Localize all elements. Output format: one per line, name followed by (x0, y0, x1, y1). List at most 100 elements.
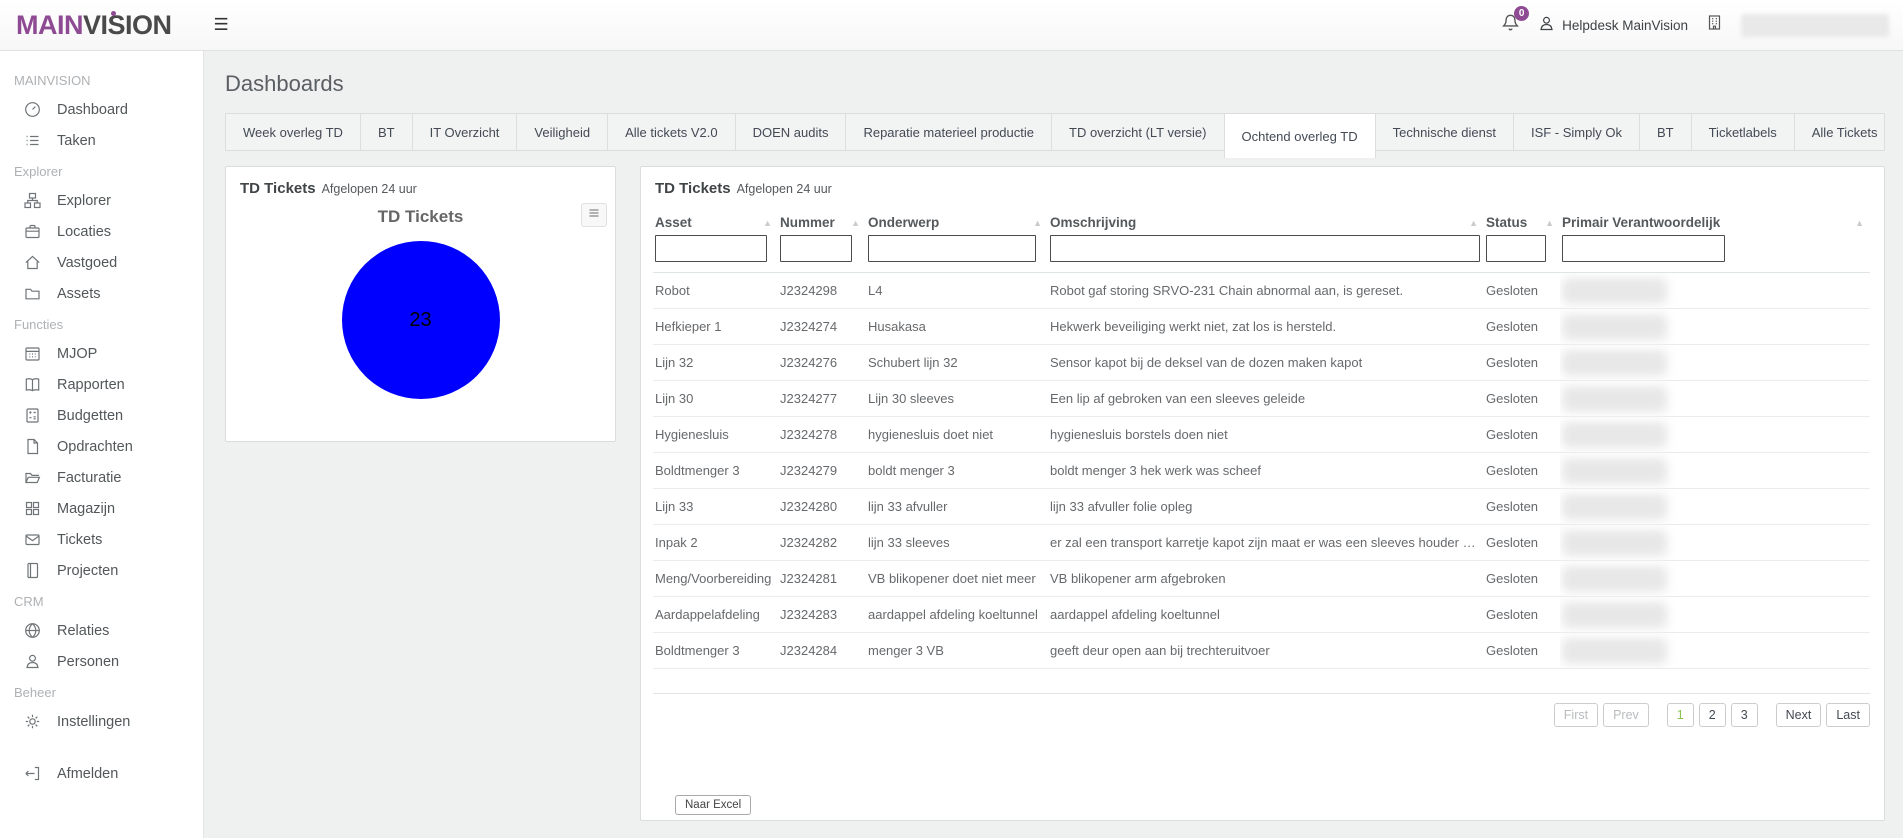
tab-reparatie-materieel-productie[interactable]: Reparatie materieel productie (846, 114, 1052, 150)
sidebar-item-instellingen[interactable]: Instellingen (0, 706, 203, 737)
table-row[interactable]: Meng/Voorbereiding J2324281 VB blikopener … (653, 560, 1870, 597)
sidebar-item-rapporten[interactable]: Rapporten (0, 369, 203, 400)
tab-technische-dienst[interactable]: Technische dienst (1376, 114, 1514, 150)
tab-week-overleg-td[interactable]: Week overleg TD (226, 114, 361, 150)
table-row[interactable]: Aardappelafdeling J2324283 aardappel afdel… (653, 596, 1870, 633)
tab-veiligheid[interactable]: Veiligheid (517, 114, 609, 150)
sidebar-item-personen[interactable]: Personen (0, 646, 203, 677)
pie-panel-title: TD Tickets (240, 180, 316, 197)
column-header-primair[interactable]: Primair Verantwoordelijk ▲ (1560, 205, 1870, 232)
redacted-name (1562, 457, 1667, 484)
folder-icon (24, 285, 42, 302)
column-header-asset[interactable]: Asset ▲ (653, 205, 778, 232)
tab-bt[interactable]: BT (1640, 114, 1692, 150)
sort-asc-icon[interactable]: ▲ (1469, 215, 1478, 228)
tab-bt[interactable]: BT (361, 114, 413, 150)
sidebar-item-locaties[interactable]: Locaties (0, 216, 203, 247)
cell-asset: Lijn 32 (653, 344, 778, 381)
filter-status-input[interactable] (1486, 235, 1546, 262)
table-row[interactable]: Hefkieper 1 J2324274 Husakasa Hekwerk bevei… (653, 308, 1870, 345)
filter-asset-input[interactable] (655, 235, 767, 262)
page-next-button[interactable]: Next (1775, 703, 1822, 727)
cell-primair (1560, 596, 1870, 633)
tab-alle-tickets[interactable]: Alle Tickets (1795, 114, 1895, 150)
cell-asset: Lijn 30 (653, 380, 778, 417)
table-row[interactable]: Boldtmenger 3 J2324284 menger 3 VB geeft de… (653, 632, 1870, 669)
table-row[interactable]: Robot J2324298 L4 Robot gaf storing SRVO-23… (653, 272, 1870, 309)
sort-asc-icon[interactable]: ▲ (851, 215, 860, 228)
sidebar-item-mjop[interactable]: MJOP (0, 338, 203, 369)
cell-status: Gesloten (1484, 308, 1560, 345)
cell-nummer: J2324284 (778, 632, 866, 669)
cell-status: Gesloten (1484, 344, 1560, 381)
column-header-omschrijving[interactable]: Omschrijving ▲ (1048, 205, 1484, 232)
sidebar-item-budgetten[interactable]: Budgetten (0, 400, 203, 431)
sort-asc-icon[interactable]: ▲ (1033, 215, 1042, 228)
tab-td-overzicht-lt-versie[interactable]: TD overzicht (LT versie) (1052, 114, 1225, 150)
sidebar-item-taken[interactable]: Taken (0, 125, 203, 156)
sidebar-item-opdrachten[interactable]: Opdrachten (0, 431, 203, 462)
sidebar-item-magazijn[interactable]: Magazijn (0, 493, 203, 524)
table-row[interactable]: Inpak 2 J2324282 lijn 33 sleeves er zal een… (653, 524, 1870, 561)
sidebar-item-projecten[interactable]: Projecten (0, 555, 203, 586)
redacted-name (1562, 565, 1667, 592)
filter-onderwerp-input[interactable] (868, 235, 1036, 262)
table-row[interactable]: Lijn 32 J2324276 Schubert lijn 32 Sensor ka… (653, 344, 1870, 381)
filter-nummer-input[interactable] (780, 235, 852, 262)
table-row[interactable]: Hygienesluis J2324278 hygienesluis doet ni… (653, 416, 1870, 453)
sidebar-item-dashboard[interactable]: Dashboard (0, 94, 203, 125)
column-header-nummer[interactable]: Nummer ▲ (778, 205, 866, 232)
sort-asc-icon[interactable]: ▲ (1855, 215, 1864, 228)
sidebar-item-afmelden[interactable]: Afmelden (0, 758, 203, 789)
sidebar-item-relaties[interactable]: Relaties (0, 615, 203, 646)
tab-it-overzicht[interactable]: IT Overzicht (413, 114, 518, 150)
export-excel-button[interactable]: Naar Excel (675, 795, 752, 815)
cell-status: Gesloten (1484, 596, 1560, 633)
redacted-name (1562, 493, 1667, 520)
sidebar-item-vastgoed[interactable]: Vastgoed (0, 247, 203, 278)
page-1-button[interactable]: 1 (1666, 703, 1694, 727)
user-menu[interactable]: Helpdesk MainVision (1538, 15, 1688, 35)
organization-icon[interactable] (1706, 14, 1723, 36)
page-3-button[interactable]: 3 (1730, 703, 1758, 727)
tickets-table-panel: TD Tickets Afgelopen 24 uur Asset ▲ Nummer… (640, 166, 1885, 821)
tab-isf-simply-ok[interactable]: ISF - Simply Ok (1514, 114, 1640, 150)
sidebar-item-assets[interactable]: Assets (0, 278, 203, 309)
app-logo[interactable]: MAIN VISION (16, 10, 172, 41)
table-row[interactable]: Lijn 33 J2324280 lijn 33 afvuller lijn 33 a… (653, 488, 1870, 525)
column-header-onderwerp[interactable]: Onderwerp ▲ (866, 205, 1048, 232)
page-last-button[interactable]: Last (1826, 703, 1870, 727)
filter-omschrijving-input[interactable] (1050, 235, 1480, 262)
page-first-button[interactable]: First (1553, 703, 1599, 727)
notifications-button[interactable]: 0 (1501, 6, 1530, 37)
redacted-name (1562, 385, 1667, 412)
column-header-status[interactable]: Status ▲ (1484, 205, 1560, 232)
page-title: Dashboards (225, 71, 344, 96)
cell-primair (1560, 344, 1870, 381)
cell-omschrijving: VB blikopener arm afgebroken (1048, 560, 1484, 597)
sidebar-item-tickets[interactable]: Tickets (0, 524, 203, 555)
page-prev-button[interactable]: Prev (1603, 703, 1649, 727)
cell-onderwerp: Schubert lijn 32 (866, 344, 1048, 381)
sidebar-nav: MAINVISION Dashboard Taken Explorer Explorer… (0, 51, 204, 838)
cell-nummer: J2324298 (778, 272, 866, 309)
table-row[interactable]: Boldtmenger 3 J2324279 boldt menger 3 boldt… (653, 452, 1870, 489)
tab-alle-tickets-v2-0[interactable]: Alle tickets V2.0 (608, 114, 736, 150)
page-2-button[interactable]: 2 (1698, 703, 1726, 727)
filter-primair-input[interactable] (1562, 235, 1725, 262)
tab-ticketlabels[interactable]: Ticketlabels (1692, 114, 1795, 150)
cell-status: Gesloten (1484, 488, 1560, 525)
sidebar-item-label: Magazijn (57, 500, 116, 517)
sidebar-item-facturatie[interactable]: Facturatie (0, 462, 203, 493)
sort-asc-icon[interactable]: ▲ (1545, 215, 1554, 228)
sidebar-toggle-icon[interactable]: ☰ (214, 15, 229, 35)
table-row[interactable]: Lijn 30 J2324277 Lijn 30 sleeves Een lip af… (653, 380, 1870, 417)
tab-ochtend-overleg-td-active[interactable]: Ochtend overleg TD (1223, 113, 1376, 158)
tab-doen-audits[interactable]: DOEN audits (736, 114, 847, 150)
menu-lines-icon (587, 206, 601, 225)
sort-asc-icon[interactable]: ▲ (763, 215, 772, 228)
pie-slice-td-tickets[interactable]: 23 (341, 241, 500, 399)
cell-status: Gesloten (1484, 380, 1560, 417)
chart-context-menu-button[interactable] (581, 203, 607, 227)
sidebar-item-explorer[interactable]: Explorer (0, 185, 203, 216)
